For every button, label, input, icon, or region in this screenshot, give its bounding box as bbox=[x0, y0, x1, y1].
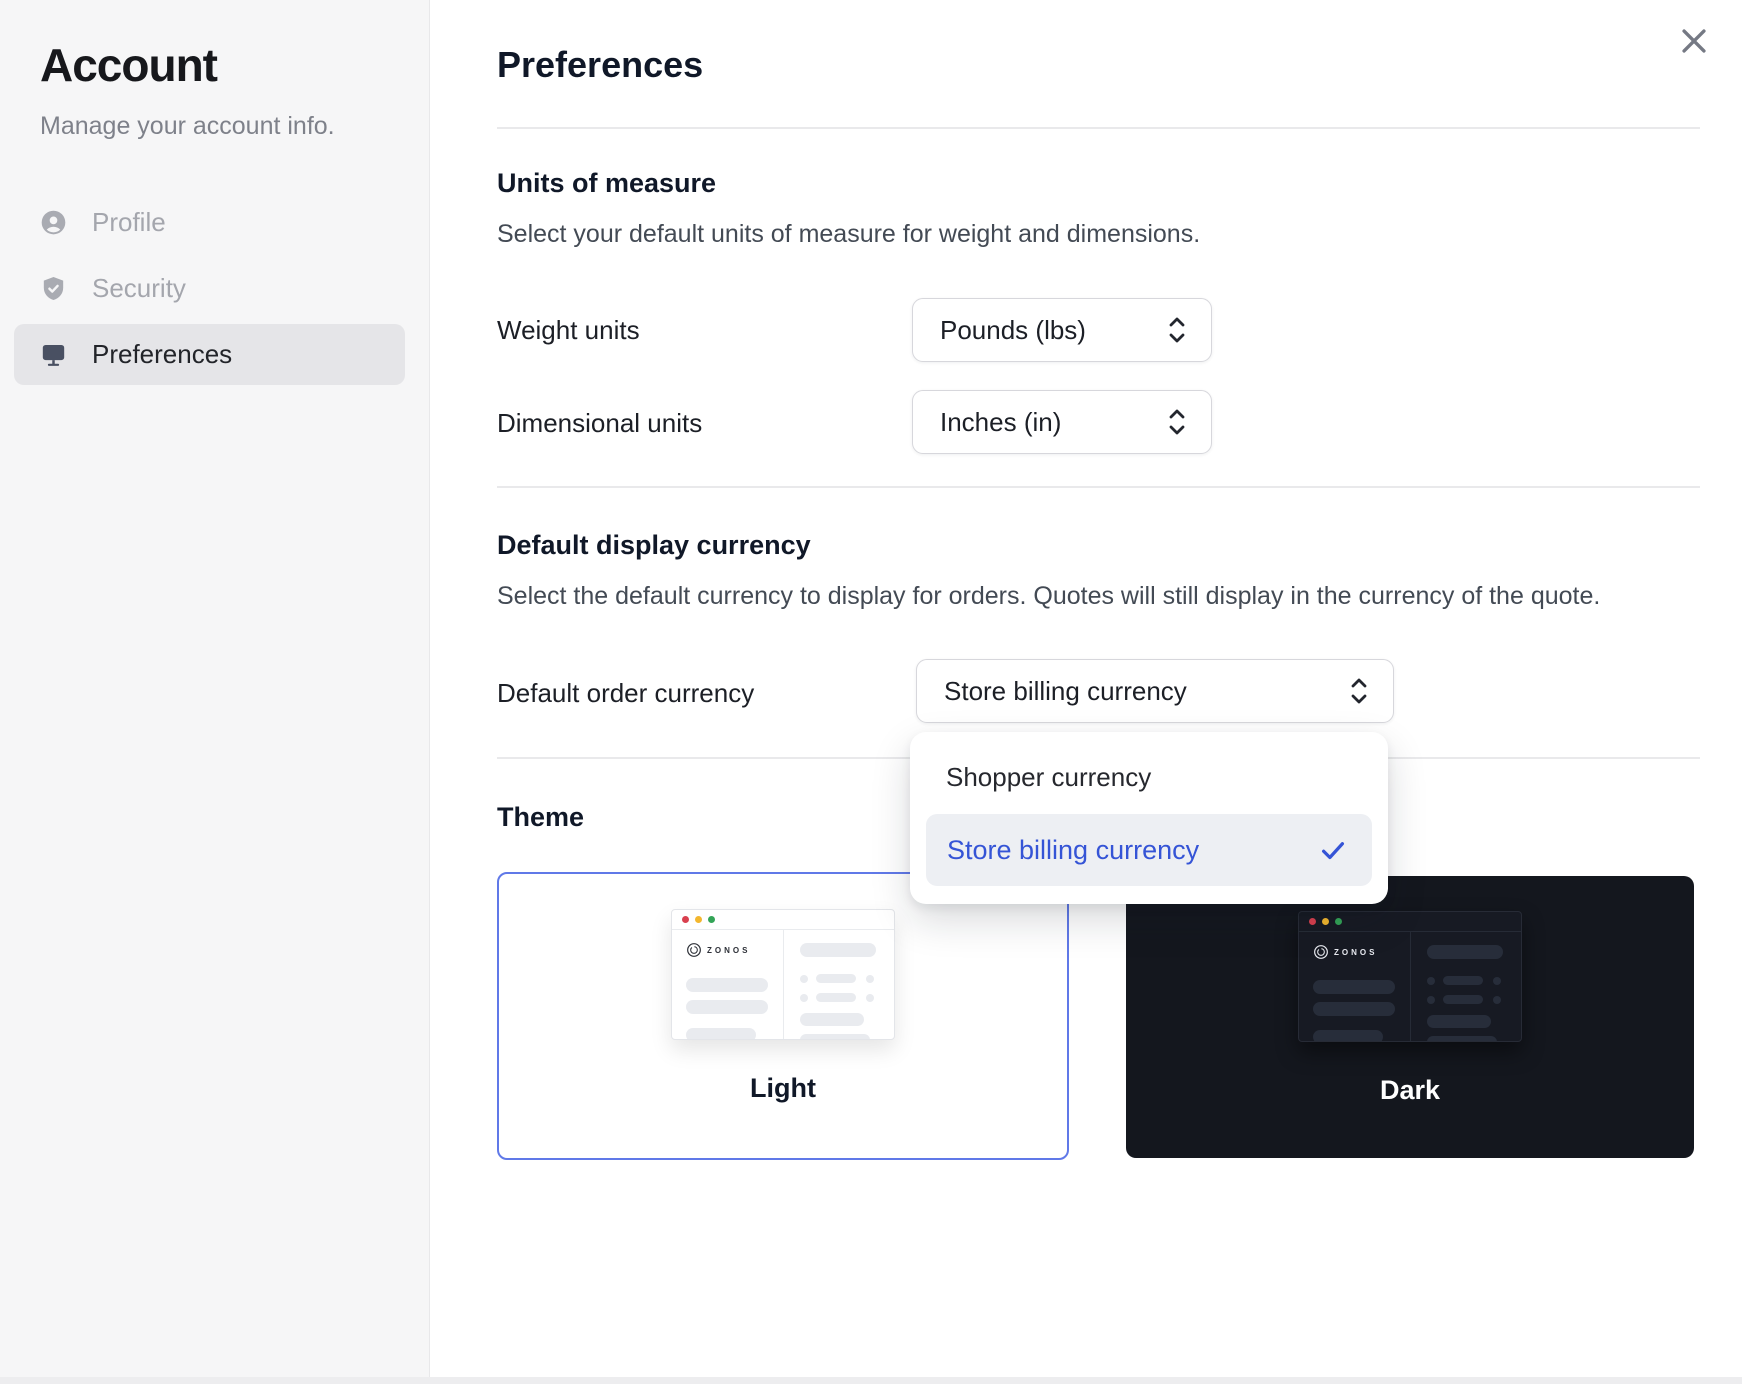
page-title: Preferences bbox=[497, 44, 703, 86]
traffic-light-red bbox=[682, 916, 689, 923]
traffic-light-yellow bbox=[1322, 918, 1329, 925]
theme-option-dark[interactable]: ZONOS bbox=[1126, 876, 1694, 1158]
chevron-updown-icon bbox=[1165, 406, 1189, 438]
account-sidebar: Account Manage your account info. Profil… bbox=[0, 0, 430, 1384]
skeleton-dot bbox=[866, 975, 874, 983]
preview-titlebar bbox=[1299, 912, 1521, 932]
check-icon bbox=[1318, 835, 1348, 865]
shield-icon bbox=[40, 275, 67, 302]
zonos-logo-text: ZONOS bbox=[1334, 948, 1377, 957]
monitor-icon bbox=[40, 341, 67, 368]
theme-light-label: Light bbox=[750, 1073, 816, 1104]
menu-option-store-billing-currency[interactable]: Store billing currency bbox=[926, 814, 1372, 886]
preview-body: ZONOS bbox=[1299, 932, 1521, 1042]
sidebar-title: Account bbox=[40, 38, 217, 92]
skeleton-dot bbox=[800, 994, 808, 1002]
skeleton-bar bbox=[1443, 995, 1483, 1004]
default-order-currency-label: Default order currency bbox=[497, 678, 754, 709]
chevron-updown-icon bbox=[1347, 675, 1371, 707]
preview-content bbox=[784, 930, 894, 1040]
sidebar-item-label: Profile bbox=[92, 207, 166, 238]
skeleton-bar bbox=[686, 1028, 756, 1040]
sidebar-item-label: Preferences bbox=[92, 339, 232, 370]
skeleton-bar bbox=[1313, 1030, 1383, 1042]
skeleton-bar bbox=[686, 1000, 768, 1014]
traffic-light-green bbox=[708, 916, 715, 923]
skeleton-dot bbox=[1493, 977, 1501, 985]
skeleton-bar bbox=[1313, 980, 1395, 994]
skeleton-bar bbox=[686, 978, 768, 992]
sidebar-item-profile[interactable]: Profile bbox=[14, 192, 405, 253]
dimensional-units-label: Dimensional units bbox=[497, 408, 702, 439]
menu-option-shopper-currency[interactable]: Shopper currency bbox=[946, 762, 1151, 793]
skeleton-bar bbox=[1427, 945, 1503, 959]
theme-preview-window-light: ZONOS bbox=[671, 909, 895, 1040]
zonos-logo-icon bbox=[1313, 944, 1329, 960]
close-icon bbox=[1677, 24, 1711, 58]
sidebar-nav: Profile Security Preferences bbox=[14, 192, 405, 385]
theme-section-title: Theme bbox=[497, 802, 584, 833]
weight-units-value: Pounds (lbs) bbox=[940, 315, 1086, 346]
dimensional-units-value: Inches (in) bbox=[940, 407, 1061, 438]
preview-sidebar: ZONOS bbox=[1299, 932, 1411, 1042]
skeleton-bar bbox=[1443, 976, 1483, 985]
zonos-logo: ZONOS bbox=[1313, 944, 1377, 960]
traffic-light-red bbox=[1309, 918, 1316, 925]
user-icon bbox=[40, 209, 67, 236]
zonos-logo-icon bbox=[686, 942, 702, 958]
skeleton-bar bbox=[1427, 1015, 1491, 1028]
skeleton-dot bbox=[1427, 996, 1435, 1004]
sidebar-item-label: Security bbox=[92, 273, 186, 304]
weight-units-label: Weight units bbox=[497, 315, 640, 346]
theme-preview-window-dark: ZONOS bbox=[1298, 911, 1522, 1042]
traffic-light-green bbox=[1335, 918, 1342, 925]
divider bbox=[497, 127, 1700, 129]
theme-dark-label: Dark bbox=[1380, 1075, 1440, 1106]
theme-option-light[interactable]: ZONOS bbox=[497, 872, 1069, 1160]
menu-option-label: Store billing currency bbox=[947, 835, 1199, 866]
preview-titlebar bbox=[672, 910, 894, 930]
default-order-currency-value: Store billing currency bbox=[944, 676, 1187, 707]
default-order-currency-select[interactable]: Store billing currency bbox=[916, 659, 1394, 723]
zonos-logo: ZONOS bbox=[686, 942, 750, 958]
close-button[interactable] bbox=[1674, 22, 1714, 62]
chevron-updown-icon bbox=[1165, 314, 1189, 346]
skeleton-bar bbox=[800, 1013, 864, 1026]
units-section-description: Select your default units of measure for… bbox=[497, 220, 1200, 249]
traffic-light-yellow bbox=[695, 916, 702, 923]
skeleton-dot bbox=[1427, 977, 1435, 985]
sidebar-item-security[interactable]: Security bbox=[14, 258, 405, 319]
skeleton-bar bbox=[1427, 1036, 1497, 1042]
weight-units-select[interactable]: Pounds (lbs) bbox=[912, 298, 1212, 362]
divider bbox=[497, 486, 1700, 488]
skeleton-dot bbox=[800, 975, 808, 983]
currency-section-description: Select the default currency to display f… bbox=[497, 582, 1600, 611]
zonos-logo-text: ZONOS bbox=[707, 946, 750, 955]
skeleton-dot bbox=[1493, 996, 1501, 1004]
skeleton-bar bbox=[800, 1034, 870, 1040]
skeleton-dot bbox=[866, 994, 874, 1002]
dimensional-units-select[interactable]: Inches (in) bbox=[912, 390, 1212, 454]
preview-sidebar: ZONOS bbox=[672, 930, 784, 1040]
account-settings-modal: Account Manage your account info. Profil… bbox=[0, 0, 1742, 1384]
preview-body: ZONOS bbox=[672, 930, 894, 1040]
skeleton-bar bbox=[1313, 1002, 1395, 1016]
sidebar-item-preferences[interactable]: Preferences bbox=[14, 324, 405, 385]
preferences-panel: Preferences Units of measure Select your… bbox=[431, 0, 1742, 1384]
skeleton-bar bbox=[816, 974, 856, 983]
sidebar-subtitle: Manage your account info. bbox=[40, 112, 335, 141]
skeleton-bar bbox=[816, 993, 856, 1002]
modal-bottom-edge bbox=[0, 1377, 1742, 1384]
units-section-title: Units of measure bbox=[497, 168, 716, 199]
skeleton-bar bbox=[800, 943, 876, 957]
preview-content bbox=[1411, 932, 1521, 1042]
currency-dropdown-menu: Shopper currency Store billing currency bbox=[910, 732, 1388, 904]
currency-section-title: Default display currency bbox=[497, 530, 811, 561]
